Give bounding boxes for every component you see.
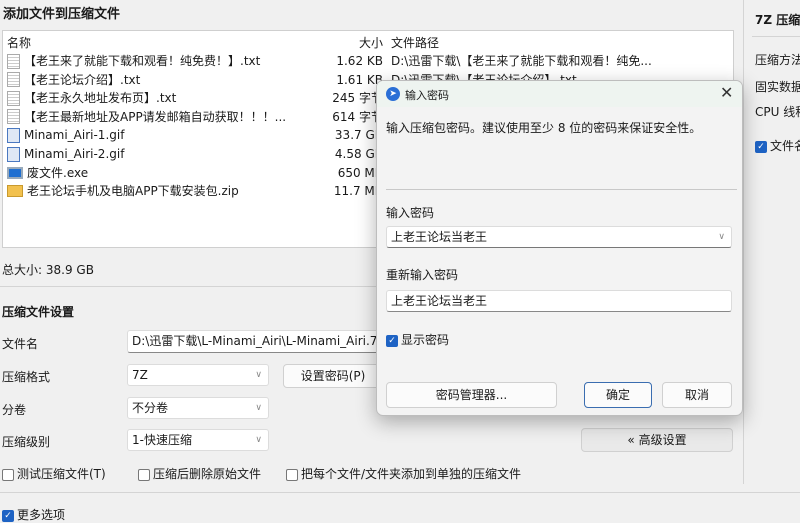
check-icon: ✓	[755, 140, 767, 153]
password-value: 上老王论坛当老王	[391, 230, 488, 244]
solid-label: 固实数据	[755, 80, 800, 94]
separate-checkbox[interactable]: 把每个文件/文件夹添加到单独的压缩文件	[286, 465, 521, 482]
file-size: 1.62 KB	[336, 54, 383, 68]
repeat-password-input[interactable]: 上老王论坛当老王	[386, 290, 732, 312]
check-icon: ✓	[386, 334, 398, 347]
gif-file-icon	[7, 146, 20, 162]
split-label: 分卷	[2, 403, 27, 417]
file-name-cell: Minami_Airi-1.gif	[7, 126, 124, 144]
checkbox-box	[138, 468, 150, 481]
password-manager-button[interactable]: 密码管理器...	[386, 382, 557, 408]
delete-checkbox[interactable]: 压缩后删除原始文件	[138, 465, 261, 482]
filename-input[interactable]: D:\迅雷下载\L-Minami_Airi\L-Minami_Airi.7z	[127, 330, 387, 353]
more-options-checkbox[interactable]: ✓ 更多选项	[2, 506, 65, 523]
settings-heading: 压缩文件设置	[2, 305, 75, 319]
method-label: 压缩方法	[755, 53, 800, 67]
column-size[interactable]: 大小	[359, 34, 383, 52]
check-icon: ✓	[2, 509, 14, 522]
dialog-hint: 输入压缩包密码。建议使用至少 8 位的密码来保证安全性。	[386, 121, 702, 135]
test-checkbox-label: 测试压缩文件(T)	[17, 467, 106, 481]
file-name-cell: 【老王来了就能下载和观看！纯免费！】.txt	[7, 52, 260, 70]
advanced-settings-button[interactable]: « 高级设置	[581, 428, 733, 452]
delete-checkbox-label: 压缩后删除原始文件	[153, 467, 262, 481]
close-icon[interactable]: ✕	[720, 83, 733, 102]
level-select[interactable]: 1-快速压缩 ∨	[127, 429, 269, 451]
txt-file-icon	[7, 72, 20, 88]
exe-file-icon	[7, 166, 23, 179]
file-name: Minami_Airi-1.gif	[24, 128, 125, 143]
total-size: 总大小: 38.9 GB	[2, 263, 94, 277]
gif-file-icon	[7, 127, 20, 143]
txt-file-icon	[7, 109, 20, 125]
more-options-label: 更多选项	[17, 508, 66, 522]
split-select[interactable]: 不分卷 ∨	[127, 397, 269, 419]
file-path: D:\迅雷下载\【老王来了就能下载和观看！纯免...	[391, 54, 652, 68]
password-combo[interactable]: 上老王论坛当老王 ∨	[386, 226, 732, 248]
file-name: 废文件.exe	[27, 165, 89, 180]
list-header: 名称 大小 文件路径	[3, 34, 733, 52]
format-select[interactable]: 7Z ∨	[127, 364, 269, 386]
password-dialog: ➤ 输入密码 ✕ 输入压缩包密码。建议使用至少 8 位的密码来保证安全性。 输入…	[376, 80, 743, 416]
file-name: 【老王来了就能下载和观看！纯免费！】.txt	[24, 54, 261, 68]
chevron-down-icon: ∨	[255, 370, 262, 380]
file-name-cell: 废文件.exe	[7, 164, 88, 182]
divider	[752, 36, 800, 37]
cancel-button[interactable]: 取消	[662, 382, 732, 408]
set-password-button[interactable]: 设置密码(P)	[283, 364, 383, 388]
split-value: 不分卷	[132, 401, 169, 415]
cpu-label: CPU 线程	[755, 105, 800, 119]
zip-file-icon	[7, 185, 23, 198]
separate-checkbox-label: 把每个文件/文件夹添加到单独的压缩文件	[301, 467, 522, 481]
checkbox-box	[2, 468, 14, 481]
table-row[interactable]: 【老王来了就能下载和观看！纯免费！】.txt 1.62 KB D:\迅雷下载\【老王…	[3, 52, 733, 70]
dialog-title: 输入密码	[405, 89, 449, 102]
file-name-cell: Minami_Airi-2.gif	[7, 145, 124, 163]
file-name-cell: 老王论坛手机及电脑APP下载安装包.zip	[7, 182, 239, 200]
dialog-titlebar: ➤ 输入密码 ✕	[377, 81, 742, 107]
password-label: 输入密码	[386, 206, 435, 220]
txt-file-icon	[7, 53, 20, 69]
level-value: 1-快速压缩	[132, 433, 192, 447]
format-value: 7Z	[132, 368, 148, 382]
file-name-cell: 【老王最新地址及APP请发邮箱自动获取！！！...	[7, 108, 286, 126]
filename-checkbox-label: 文件名	[770, 139, 800, 153]
show-password-checkbox[interactable]: ✓ 显示密码	[386, 331, 449, 348]
panel-divider	[743, 0, 744, 484]
file-name: Minami_Airi-2.gif	[24, 147, 125, 161]
file-name: 【老王论坛介绍】.txt	[24, 72, 141, 87]
column-path[interactable]: 文件路径	[391, 34, 439, 52]
column-name[interactable]: 名称	[7, 34, 31, 52]
txt-file-icon	[7, 90, 20, 106]
repeat-label: 重新输入密码	[386, 268, 459, 282]
chevron-down-icon[interactable]: ∨	[718, 227, 725, 247]
chevron-down-icon: ∨	[255, 403, 262, 413]
format-label: 压缩格式	[2, 370, 51, 384]
file-name: 【老王永久地址发布页】.txt	[24, 91, 177, 106]
level-label: 压缩级别	[2, 435, 51, 449]
file-name-cell: 【老王永久地址发布页】.txt	[7, 89, 176, 107]
file-name-cell: 【老王论坛介绍】.txt	[7, 71, 140, 89]
show-password-label: 显示密码	[401, 333, 450, 347]
divider	[0, 492, 800, 493]
filename-checkbox[interactable]: ✓文件名	[755, 137, 800, 154]
ok-button[interactable]: 确定	[584, 382, 652, 408]
window-title: 添加文件到压缩文件	[3, 7, 121, 22]
right-panel-title: 7Z 压缩	[755, 13, 800, 27]
file-name: 【老王最新地址及APP请发邮箱自动获取！！！...	[24, 109, 287, 124]
divider	[386, 189, 737, 190]
app-icon: ➤	[386, 87, 400, 101]
file-name: 老王论坛手机及电脑APP下载安装包.zip	[27, 184, 239, 199]
filename-label: 文件名	[2, 337, 39, 351]
test-checkbox[interactable]: 测试压缩文件(T)	[2, 465, 106, 482]
chevron-down-icon: ∨	[255, 435, 262, 445]
checkbox-box	[286, 468, 298, 481]
